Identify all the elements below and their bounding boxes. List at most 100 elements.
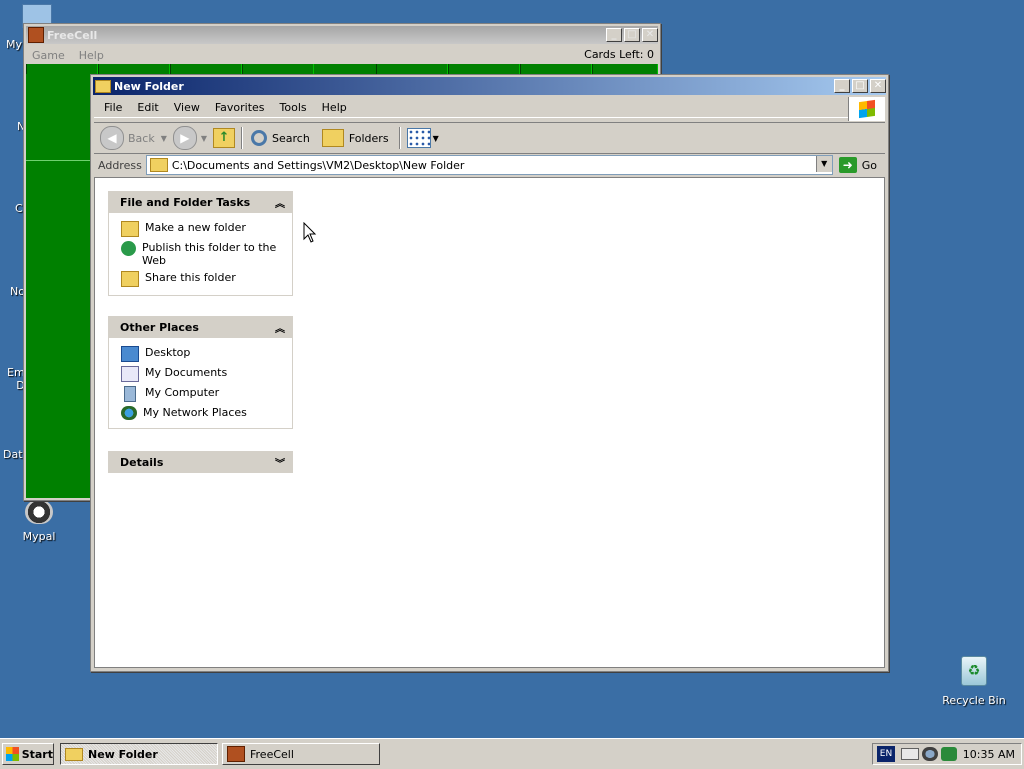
place-desktop[interactable]: Desktop xyxy=(109,344,292,364)
place-my-documents[interactable]: My Documents xyxy=(109,364,292,384)
task-freecell[interactable]: FreeCell xyxy=(222,743,380,765)
clock[interactable]: 10:35 AM xyxy=(963,748,1015,761)
explorer-titlebar[interactable]: New Folder _ □ ✕ xyxy=(93,77,886,95)
task-publish-folder[interactable]: Publish this folder to the Web xyxy=(109,239,292,269)
card-slot[interactable] xyxy=(242,64,314,74)
back-button[interactable]: ◀ Back ▼ xyxy=(100,126,167,150)
recycle-bin-icon: ♻ xyxy=(961,656,987,686)
forward-button[interactable]: ▶ ▼ xyxy=(172,126,208,150)
system-tray: EN 10:35 AM xyxy=(872,743,1022,765)
language-indicator[interactable]: EN xyxy=(877,746,895,762)
search-button[interactable]: Search xyxy=(251,130,310,146)
maximize-button[interactable]: □ xyxy=(624,28,640,42)
card-slot[interactable] xyxy=(520,64,592,74)
menu-favorites[interactable]: Favorites xyxy=(215,101,265,114)
start-button[interactable]: Start xyxy=(2,743,54,765)
menu-tools[interactable]: Tools xyxy=(280,101,307,114)
folders-label: Folders xyxy=(348,131,389,145)
freecell-titlebar[interactable]: FreeCell _ □ ✕ xyxy=(26,26,658,44)
card-slot[interactable] xyxy=(98,64,170,74)
address-value: C:\Documents and Settings\VM2\Desktop\Ne… xyxy=(171,158,465,172)
address-input[interactable]: C:\Documents and Settings\VM2\Desktop\Ne… xyxy=(145,155,833,175)
freecell-app-icon xyxy=(28,27,44,43)
minimize-button[interactable]: _ xyxy=(834,79,850,93)
freecell-menubar: Game Help xyxy=(26,46,658,64)
taskbar: Start New Folder FreeCell EN 10:35 AM xyxy=(0,738,1024,769)
chevron-down-icon: ▼ xyxy=(200,133,208,143)
folder-content-area[interactable]: File and Folder Tasks ︽ Make a new folde… xyxy=(94,177,885,668)
card-slot[interactable] xyxy=(170,64,242,74)
desktop-icon-c[interactable]: C xyxy=(15,202,23,215)
card-slot[interactable] xyxy=(448,64,520,74)
collapse-chevron-icon[interactable]: ︽ xyxy=(275,195,285,210)
toolbar-separator xyxy=(398,127,401,149)
search-icon xyxy=(251,130,268,146)
folder-icon xyxy=(149,158,168,172)
menu-file[interactable]: File xyxy=(104,101,122,114)
cards-left: Cards Left: 0 xyxy=(584,48,654,61)
maximize-button[interactable]: □ xyxy=(852,79,868,93)
views-button[interactable]: ▼ xyxy=(406,128,439,148)
card-slot[interactable] xyxy=(26,64,98,74)
folder-up-icon: ↑ xyxy=(213,128,236,148)
back-label: Back xyxy=(128,131,155,145)
task-make-new-folder[interactable]: Make a new folder xyxy=(109,219,292,239)
menu-help[interactable]: Help xyxy=(322,101,347,114)
place-my-network-places[interactable]: My Network Places xyxy=(109,404,292,422)
collapse-chevron-icon[interactable]: ︽ xyxy=(275,320,285,335)
board-line xyxy=(26,160,92,161)
network-places-icon xyxy=(121,406,137,420)
views-icon xyxy=(406,128,431,148)
raccoon-icon xyxy=(25,500,53,524)
up-button[interactable]: ↑ xyxy=(213,128,236,148)
my-computer-icon xyxy=(124,386,136,402)
go-label: Go xyxy=(861,158,877,172)
card-slot[interactable] xyxy=(592,64,658,74)
my-documents-icon xyxy=(121,366,139,382)
explorer-window[interactable]: New Folder _ □ ✕ File Edit View Favorite… xyxy=(90,74,889,672)
task-new-folder[interactable]: New Folder xyxy=(60,743,218,765)
windows-flag-icon xyxy=(6,747,19,761)
folders-icon xyxy=(321,129,344,147)
panel-header[interactable]: Details ︾ xyxy=(108,451,293,473)
desktop-icon-recycle-bin[interactable]: ♻ Recycle Bin xyxy=(940,656,1008,707)
desktop-icon-my[interactable]: My xyxy=(4,4,52,51)
desktop-icon-mypal[interactable]: Mypal xyxy=(18,500,60,543)
start-label: Start xyxy=(21,747,53,761)
menu-game[interactable]: Game xyxy=(32,49,65,62)
menu-view[interactable]: View xyxy=(174,101,200,114)
other-places-panel: Other Places ︽ Desktop My Documents My C… xyxy=(108,316,293,429)
folder-icon xyxy=(65,747,83,761)
panel-title: Other Places xyxy=(120,320,199,334)
keyboard-icon[interactable] xyxy=(901,748,919,760)
folders-button[interactable]: Folders xyxy=(321,129,389,147)
explorer-title: New Folder xyxy=(114,79,184,93)
security-icon[interactable] xyxy=(941,747,957,761)
chevron-down-icon: ▼ xyxy=(160,133,167,143)
go-button[interactable]: ➜ Go xyxy=(838,157,877,173)
task-share-folder[interactable]: Share this folder xyxy=(109,269,292,289)
network-icon[interactable] xyxy=(922,747,938,761)
explorer-menubar: File Edit View Favorites Tools Help xyxy=(94,97,885,118)
menu-edit[interactable]: Edit xyxy=(137,101,158,114)
card-slot[interactable] xyxy=(376,64,448,74)
close-button[interactable]: ✕ xyxy=(642,28,658,42)
panel-header[interactable]: File and Folder Tasks ︽ xyxy=(108,191,293,213)
file-folder-tasks-panel: File and Folder Tasks ︽ Make a new folde… xyxy=(108,191,293,296)
windows-logo-icon xyxy=(848,97,885,121)
freecell-app-icon xyxy=(227,746,245,762)
address-dropdown-button[interactable]: ▼ xyxy=(815,156,832,172)
panel-header[interactable]: Other Places ︽ xyxy=(108,316,293,338)
place-my-computer[interactable]: My Computer xyxy=(109,384,292,404)
minimize-button[interactable]: _ xyxy=(606,28,622,42)
chevron-down-icon: ▼ xyxy=(432,133,439,143)
forward-arrow-icon: ▶ xyxy=(172,126,197,150)
menu-help[interactable]: Help xyxy=(79,49,104,62)
close-button[interactable]: ✕ xyxy=(870,79,886,93)
desktop-icon xyxy=(121,346,139,362)
new-folder-icon xyxy=(121,221,139,237)
address-bar: Address C:\Documents and Settings\VM2\De… xyxy=(94,154,885,176)
expand-chevron-icon[interactable]: ︾ xyxy=(275,455,285,470)
panel-title: Details xyxy=(120,455,164,469)
panel-title: File and Folder Tasks xyxy=(120,195,251,209)
